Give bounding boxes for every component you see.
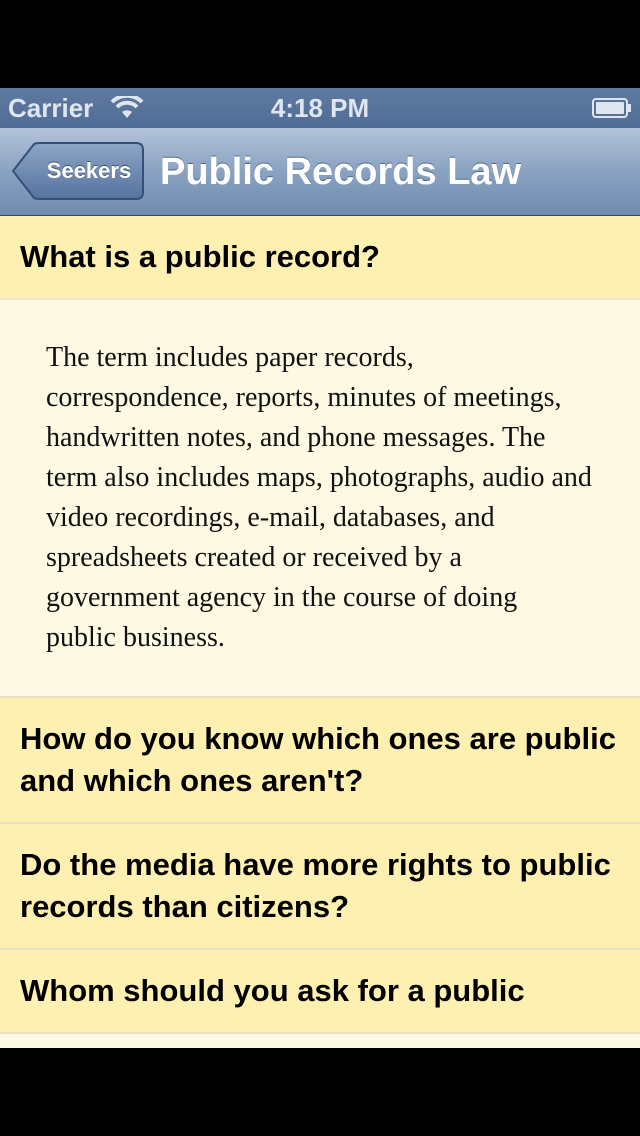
faq-item[interactable]: Do the media have more rights to public … (0, 824, 640, 950)
faq-question[interactable]: How do you know which ones are public an… (0, 698, 640, 822)
faq-item[interactable]: How do you know which ones are public an… (0, 698, 640, 824)
faq-list: What is a public record? The term includ… (0, 216, 640, 1034)
status-bar: Carrier 4:18 PM (0, 88, 640, 128)
faq-answer: The term includes paper records, corresp… (0, 298, 640, 696)
faq-question[interactable]: What is a public record? (0, 216, 640, 298)
back-button[interactable]: Seekers (12, 142, 144, 200)
faq-question[interactable]: Do the media have more rights to public … (0, 824, 640, 948)
back-button-label: Seekers (46, 158, 132, 183)
page-title: Public Records Law (160, 151, 522, 193)
faq-item[interactable]: What is a public record? The term includ… (0, 216, 640, 698)
app-screen: Carrier 4:18 PM Seekers Public Records L… (0, 88, 640, 1048)
faq-item[interactable]: Whom should you ask for a public (0, 950, 640, 1034)
faq-question[interactable]: Whom should you ask for a public (0, 950, 640, 1032)
clock: 4:18 PM (270, 93, 370, 123)
navigation-bar: Seekers Public Records Law (0, 128, 640, 216)
battery-icon (592, 98, 631, 118)
